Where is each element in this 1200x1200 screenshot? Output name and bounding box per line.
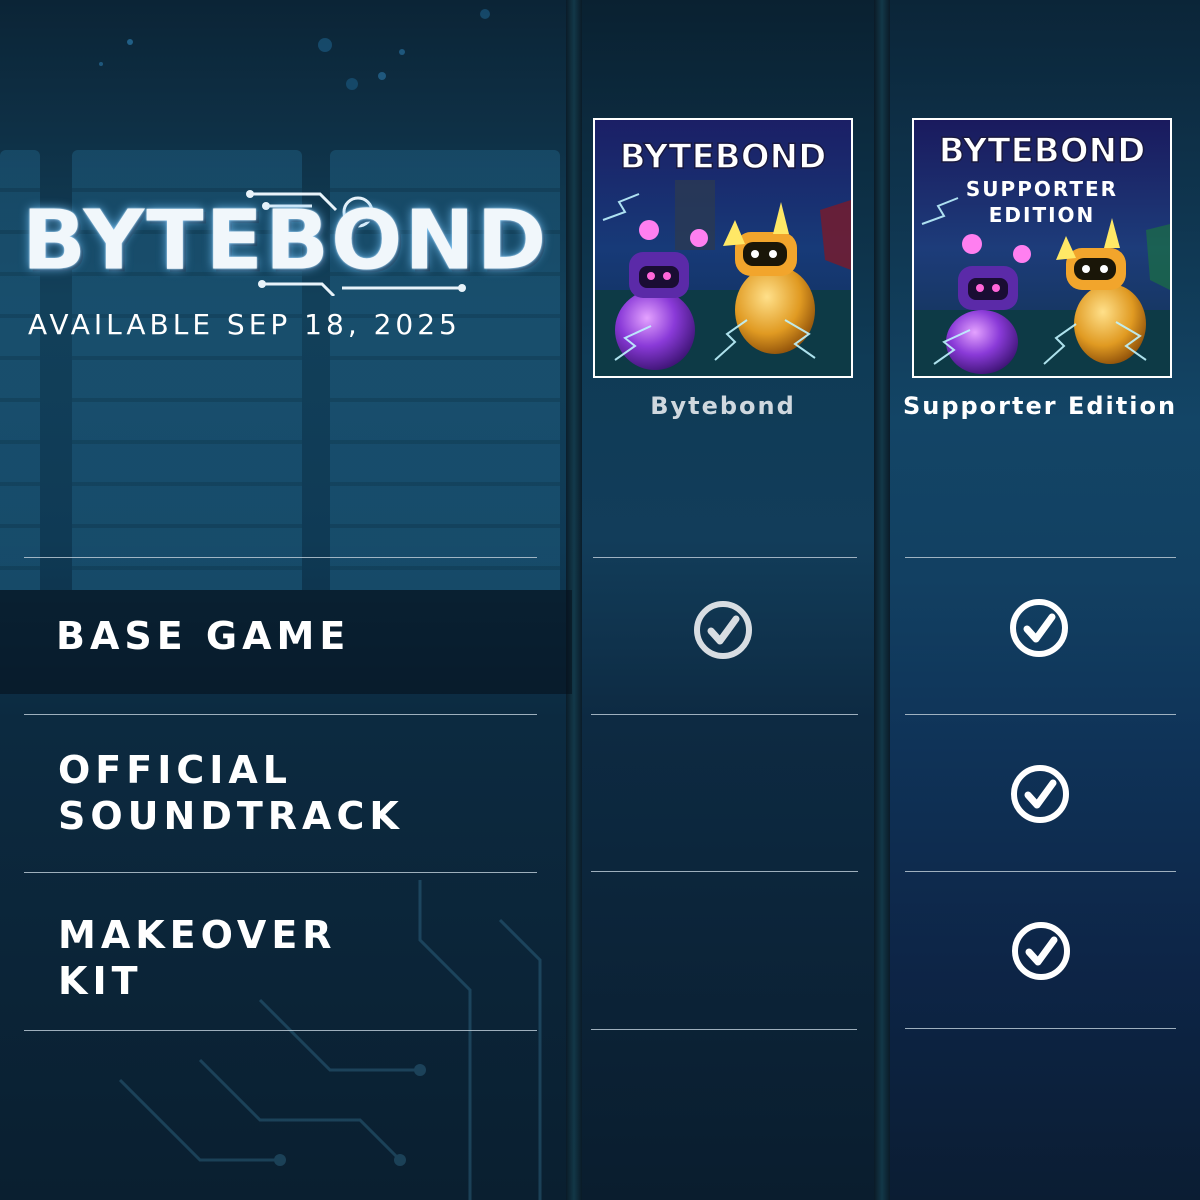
logo-text: BYTEBOND bbox=[22, 191, 549, 289]
cover-subtitle-line-2: EDITION bbox=[989, 203, 1096, 227]
feature-base-game: BASE GAME bbox=[56, 613, 350, 659]
row-divider bbox=[24, 1030, 537, 1031]
background-particles bbox=[99, 9, 490, 90]
row-divider bbox=[905, 1028, 1176, 1029]
row-divider bbox=[24, 557, 537, 558]
row-divider bbox=[591, 1029, 857, 1030]
feature-makeover-kit: MAKEOVER KIT bbox=[58, 912, 337, 1004]
supporter-edition-name: Supporter Edition bbox=[902, 392, 1178, 420]
feature-label-line: OFFICIAL bbox=[58, 748, 293, 792]
feature-label-line: MAKEOVER bbox=[58, 913, 337, 957]
cover-illustration: BYTEBOND bbox=[595, 120, 851, 376]
cover-logo-text: BYTEBOND bbox=[939, 131, 1146, 171]
column-separator bbox=[874, 0, 890, 1200]
check-circle-icon bbox=[1010, 599, 1068, 657]
cover-illustration: BYTEBOND SUPPORTER EDITION bbox=[914, 120, 1170, 376]
row-divider bbox=[905, 557, 1176, 558]
feature-label-line: KIT bbox=[58, 959, 143, 1003]
release-date: AVAILABLE SEP 18, 2025 bbox=[28, 308, 461, 341]
check-circle-icon bbox=[1011, 765, 1069, 823]
row-divider bbox=[591, 714, 858, 715]
cover-subtitle-line-1: SUPPORTER bbox=[966, 177, 1118, 201]
row-divider bbox=[905, 714, 1176, 715]
game-logo: BYTEBOND bbox=[22, 186, 549, 296]
bytebond-cover-art[interactable]: BYTEBOND bbox=[593, 118, 853, 378]
bytebond-edition-name: Bytebond bbox=[650, 392, 796, 420]
check-circle-icon bbox=[1012, 922, 1070, 980]
supporter-edition-cover-art[interactable]: BYTEBOND SUPPORTER EDITION bbox=[912, 118, 1172, 378]
cover-logo-text: BYTEBOND bbox=[620, 137, 827, 177]
row-divider bbox=[593, 557, 857, 558]
row-divider bbox=[905, 871, 1176, 872]
feature-label-line: SOUNDTRACK bbox=[58, 794, 404, 838]
feature-label-line: BASE GAME bbox=[56, 614, 351, 658]
feature-official-soundtrack: OFFICIAL SOUNDTRACK bbox=[58, 747, 404, 839]
row-divider bbox=[591, 871, 858, 872]
row-divider bbox=[24, 714, 537, 715]
row-divider bbox=[24, 872, 537, 873]
check-circle-icon bbox=[694, 601, 752, 659]
